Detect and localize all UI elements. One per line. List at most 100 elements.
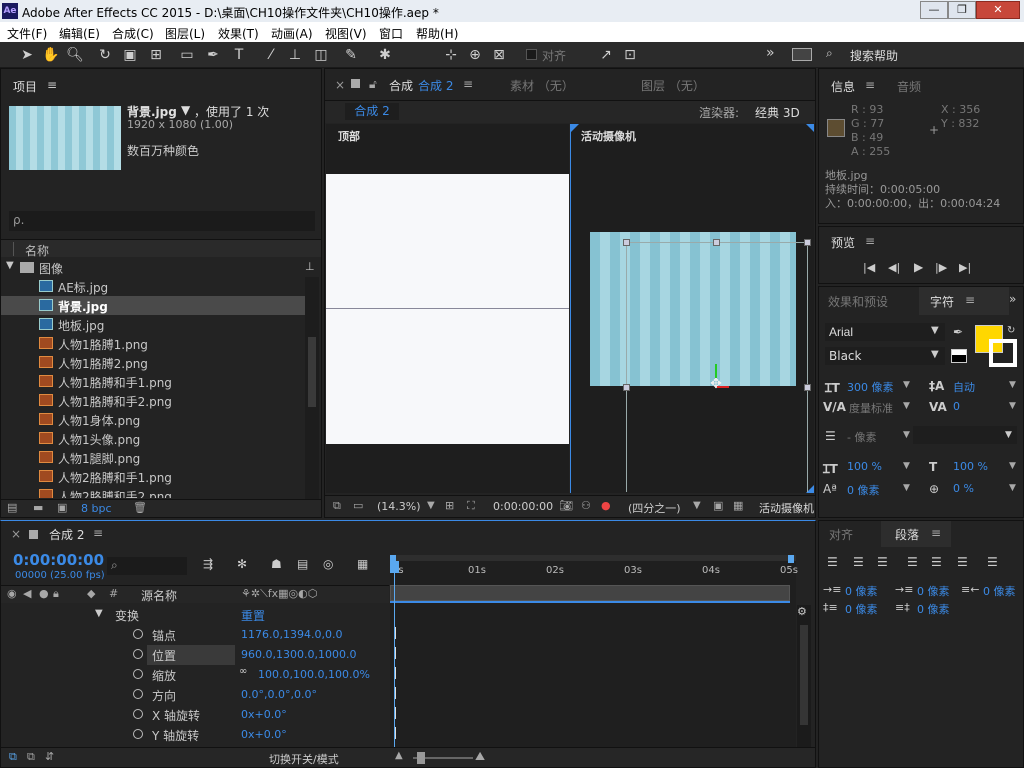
vertical-scale-value[interactable]: 100 % [847, 460, 882, 473]
font-family-dropdown[interactable]: Arial [825, 323, 945, 341]
camera-tool-icon[interactable]: ▣ [121, 46, 139, 64]
shy-layers-icon[interactable]: ☗ [271, 557, 282, 571]
top-view[interactable]: 顶部 [326, 124, 569, 493]
dropdown-arrow-icon[interactable]: ▼ [1005, 430, 1012, 440]
font-style-dropdown[interactable]: Black [825, 347, 945, 365]
roto-brush-tool-icon[interactable]: ✎ [342, 46, 360, 64]
resolution-dropdown[interactable]: (四分之一) [628, 500, 681, 516]
transform-handle[interactable] [623, 384, 630, 391]
stopwatch-icon[interactable] [133, 629, 143, 639]
dropdown-arrow-icon[interactable]: ▼ [427, 500, 435, 511]
world-axis-icon[interactable]: ⊕ [466, 46, 484, 64]
justify-left-icon[interactable]: ☰ [907, 555, 918, 569]
new-comp-icon[interactable]: ▣ [57, 501, 67, 514]
delete-icon[interactable]: 🗑︎ [133, 501, 147, 514]
panel-menu-icon[interactable]: ≡ [965, 293, 975, 307]
timeline-current-time[interactable]: 0:00:00:00 [13, 551, 104, 569]
property-row-position[interactable]: 位置 960.0,1300.0,1000.0 [1, 645, 389, 665]
expand-transfer-controls-icon[interactable]: ⧉ [27, 750, 35, 764]
motion-blur-icon[interactable]: ◎ [323, 557, 333, 571]
comp-navigator-button[interactable]: 合成 2 [345, 103, 399, 120]
snap-option-icon[interactable]: ↗ [597, 46, 615, 64]
lock-icon[interactable]: 🔓︎ [369, 77, 377, 92]
indent-left-value[interactable]: 0 像素 [845, 583, 878, 599]
transform-handle[interactable] [804, 239, 811, 246]
transform-handle[interactable] [713, 239, 720, 246]
pan-behind-tool-icon[interactable]: ⊞ [147, 46, 165, 64]
baseline-shift-value[interactable]: 0 像素 [847, 482, 880, 498]
camera-view-dropdown[interactable]: 活动摄像机 [759, 500, 815, 516]
channel-icon[interactable]: ● [601, 499, 611, 512]
expand-in-out-icon[interactable]: ⇵ [45, 750, 54, 763]
layer-tab[interactable]: 图层 （无） [641, 77, 705, 94]
close-tab-icon[interactable]: × [335, 78, 345, 92]
switches-icons[interactable]: ⚘✲⟍fx▦◎◐⬡ [241, 587, 317, 601]
zoom-dropdown[interactable]: (14.3%) [377, 500, 421, 513]
stopwatch-icon[interactable] [133, 649, 143, 659]
menu-window[interactable]: 窗口 [379, 25, 403, 42]
minimize-button[interactable]: — [920, 1, 948, 19]
always-preview-icon[interactable]: ⧉ [333, 499, 341, 513]
interpret-footage-icon[interactable]: ▤ [7, 501, 17, 514]
list-item[interactable]: 人物2胳膊和手1.png [1, 467, 323, 486]
dropdown-arrow-icon[interactable]: ▼ [693, 500, 701, 511]
renderer-dropdown[interactable]: 经典 3D [755, 104, 800, 121]
eraser-tool-icon[interactable]: ◫ [312, 46, 330, 64]
brush-tool-icon[interactable]: ⁄ [262, 46, 280, 64]
project-search-input[interactable]: ρ. [9, 211, 315, 231]
horizontal-scale-value[interactable]: 100 % [953, 460, 988, 473]
stroke-width-value[interactable]: - 像素 [847, 429, 876, 445]
tsume-value[interactable]: 0 % [953, 482, 974, 495]
align-center-icon[interactable]: ☰ [853, 555, 864, 569]
play-icon[interactable]: ▶ [914, 260, 923, 274]
menu-effect[interactable]: 效果(T) [218, 25, 259, 42]
swap-colors-icon[interactable]: ↻ [1007, 325, 1015, 336]
menu-file[interactable]: 文件(F) [7, 25, 47, 42]
list-item[interactable]: 地板.jpg [1, 315, 323, 334]
panel-more-icon[interactable]: » [1009, 292, 1016, 306]
layer-duration-bar[interactable] [390, 585, 790, 601]
stopwatch-icon[interactable] [133, 669, 143, 679]
list-item[interactable]: 人物1身体.png [1, 410, 323, 429]
text-tool-icon[interactable]: T [230, 46, 248, 64]
justify-all-icon[interactable]: ☰ [987, 555, 998, 569]
property-row-x-rotation[interactable]: X 轴旋转 0x+0.0° [1, 705, 389, 725]
stopwatch-icon[interactable] [133, 729, 143, 739]
pen-tool-icon[interactable]: ✒ [204, 46, 222, 64]
constrain-proportions-icon[interactable]: ∞ [239, 666, 247, 677]
audio-icon[interactable]: ◀ [23, 587, 31, 600]
paragraph-tab[interactable]: 段落 [895, 526, 919, 543]
dropdown-arrow-icon[interactable]: ▼ [903, 430, 910, 440]
next-frame-icon[interactable]: |▶ [935, 261, 947, 274]
comp-button-icon[interactable]: ⚙ [797, 605, 807, 618]
lock-icon[interactable]: 🔒︎ [53, 587, 59, 601]
footage-tab[interactable]: 素材 （无） [510, 77, 574, 94]
list-item[interactable]: AE标.jpg [1, 277, 323, 296]
timeline-scrollbar[interactable] [797, 605, 811, 747]
mask-visibility-icon[interactable]: ⛶ [467, 499, 475, 513]
audio-tab[interactable]: 音频 [897, 78, 921, 95]
list-item[interactable]: 人物1胳膊2.png [1, 353, 323, 372]
align-right-icon[interactable]: ☰ [877, 555, 888, 569]
justify-center-icon[interactable]: ☰ [931, 555, 942, 569]
property-row-orientation[interactable]: 方向 0.0°,0.0°,0.0° [1, 685, 389, 705]
snapshot-icon[interactable]: 📷︎ [559, 499, 573, 512]
x-axis-gizmo[interactable] [717, 386, 729, 388]
list-item[interactable]: 人物1胳膊和手1.png [1, 372, 323, 391]
name-column[interactable]: 名称 [25, 242, 49, 259]
show-snapshot-icon[interactable]: ⚇ [581, 499, 591, 512]
property-row-scale[interactable]: 缩放 ∞ 100.0,100.0,100.0% [1, 665, 389, 685]
expand-layer-switches-icon[interactable]: ⧉ [9, 750, 17, 764]
close-button[interactable]: ✕ [976, 1, 1020, 19]
selection-tool-icon[interactable]: ➤ [18, 46, 36, 64]
hand-tool-icon[interactable]: ✋ [42, 46, 60, 64]
snap-checkbox[interactable] [526, 49, 537, 60]
comp-tab-label[interactable]: 合成 [389, 77, 413, 94]
video-icon[interactable]: ◉ [7, 587, 17, 600]
transform-handle[interactable] [804, 384, 811, 391]
comp-flowchart-icon[interactable]: ⇶ [203, 557, 213, 571]
preview-tab[interactable]: 预览 [831, 234, 855, 251]
local-axis-icon[interactable]: ⊹ [442, 46, 460, 64]
menu-animation[interactable]: 动画(A) [271, 25, 313, 42]
anchor-point-icon[interactable]: ✥ [708, 376, 724, 392]
